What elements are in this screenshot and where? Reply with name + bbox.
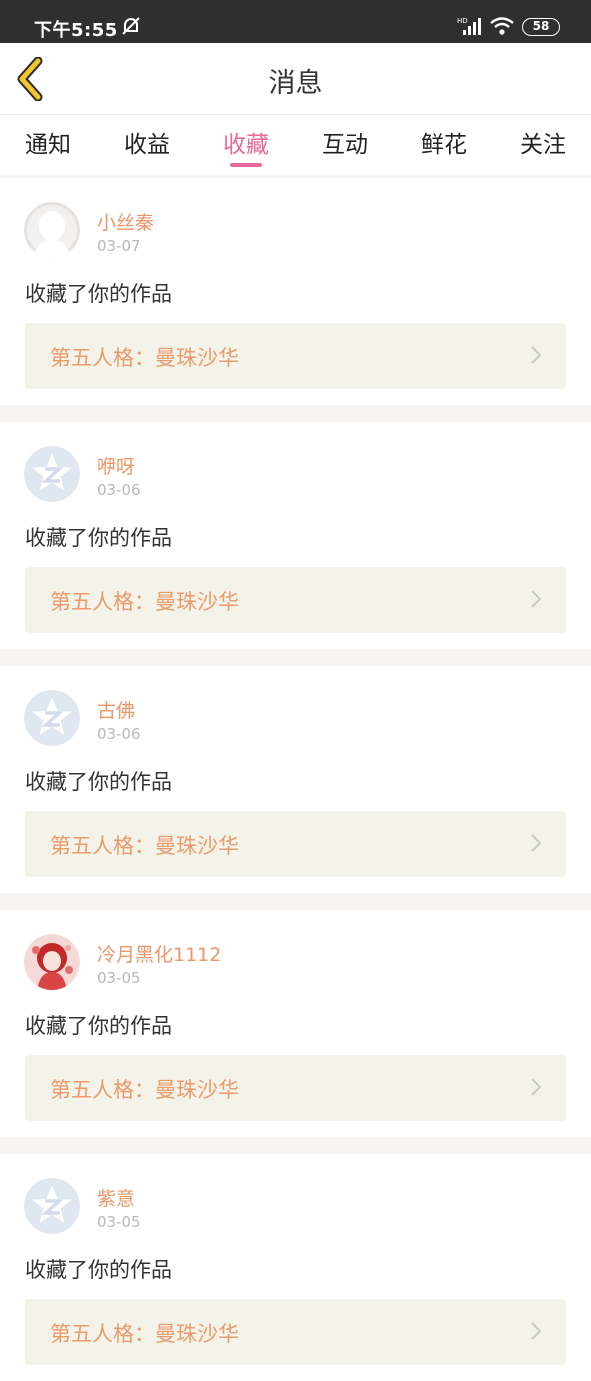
action-text: 收藏了你的作品 (25, 770, 172, 794)
work-link[interactable]: 第五人格：曼珠沙华 (25, 323, 566, 389)
list-item: 小丝秦 03-07 收藏了你的作品 第五人格：曼珠沙华 (0, 178, 591, 405)
username[interactable]: 冷月黑化1112 (97, 940, 221, 967)
chevron-right-icon (530, 1077, 542, 1101)
timestamp: 03-06 (97, 481, 141, 499)
avatar[interactable] (24, 446, 80, 502)
mute-icon (120, 15, 142, 41)
chevron-right-icon (530, 345, 542, 369)
list-item: 紫意 03-05 收藏了你的作品 第五人格：曼珠沙华 (0, 1154, 591, 1381)
work-title: 第五人格：曼珠沙华 (50, 1322, 239, 1346)
tab-notice[interactable]: 通知 (8, 125, 88, 159)
active-tab-indicator (230, 163, 262, 167)
action-text: 收藏了你的作品 (25, 282, 172, 306)
avatar[interactable] (24, 1178, 80, 1234)
timestamp: 03-07 (97, 237, 141, 255)
tab-favorites[interactable]: 收藏 (206, 125, 286, 159)
action-text: 收藏了你的作品 (25, 1014, 172, 1038)
work-title: 第五人格：曼珠沙华 (50, 590, 239, 614)
work-link[interactable]: 第五人格：曼珠沙华 (25, 1299, 566, 1365)
white-silhouette-icon (24, 202, 80, 258)
list-item: 冷月黑化1112 03-05 收藏了你的作品 第五人格：曼珠沙华 (0, 910, 591, 1137)
avatar[interactable] (24, 934, 80, 990)
default-star-avatar-icon (24, 1178, 80, 1234)
network-label: HD (457, 17, 468, 25)
username[interactable]: 咿呀 (97, 452, 135, 479)
tab-follow[interactable]: 关注 (503, 125, 583, 159)
tab-flowers[interactable]: 鲜花 (404, 125, 484, 159)
anime-avatar-icon (24, 934, 80, 990)
action-text: 收藏了你的作品 (25, 526, 172, 550)
chevron-right-icon (530, 1321, 542, 1345)
status-bar: 下午5:55 HD 58 (0, 0, 591, 43)
default-star-avatar-icon (24, 690, 80, 746)
chevron-right-icon (530, 589, 542, 613)
avatar[interactable] (24, 690, 80, 746)
title-bar: 消息 (0, 43, 591, 115)
signal-icon: HD (457, 16, 483, 40)
list-item: 咿呀 03-06 收藏了你的作品 第五人格：曼珠沙华 (0, 422, 591, 649)
page-title: 消息 (268, 68, 323, 99)
timestamp: 03-06 (97, 725, 141, 743)
work-title: 第五人格：曼珠沙华 (50, 346, 239, 370)
avatar[interactable] (24, 202, 80, 258)
work-link[interactable]: 第五人格：曼珠沙华 (25, 1055, 566, 1121)
chevron-right-icon (530, 833, 542, 857)
tab-interaction[interactable]: 互动 (305, 125, 385, 159)
username[interactable]: 小丝秦 (97, 208, 154, 235)
username[interactable]: 古佛 (97, 696, 135, 723)
username[interactable]: 紫意 (97, 1184, 135, 1211)
timestamp: 03-05 (97, 969, 141, 987)
wifi-icon (489, 16, 515, 40)
work-link[interactable]: 第五人格：曼珠沙华 (25, 811, 566, 877)
work-title: 第五人格：曼珠沙华 (50, 1078, 239, 1102)
work-link[interactable]: 第五人格：曼珠沙华 (25, 567, 566, 633)
status-time: 下午5:55 (34, 20, 118, 41)
tab-earnings[interactable]: 收益 (107, 125, 187, 159)
timestamp: 03-05 (97, 1213, 141, 1231)
battery-indicator: 58 (522, 18, 560, 36)
list-item: 古佛 03-06 收藏了你的作品 第五人格：曼珠沙华 (0, 666, 591, 893)
tab-bar: 通知 收益 收藏 互动 鲜花 关注 (0, 115, 591, 175)
work-title: 第五人格：曼珠沙华 (50, 834, 239, 858)
default-star-avatar-icon (24, 446, 80, 502)
